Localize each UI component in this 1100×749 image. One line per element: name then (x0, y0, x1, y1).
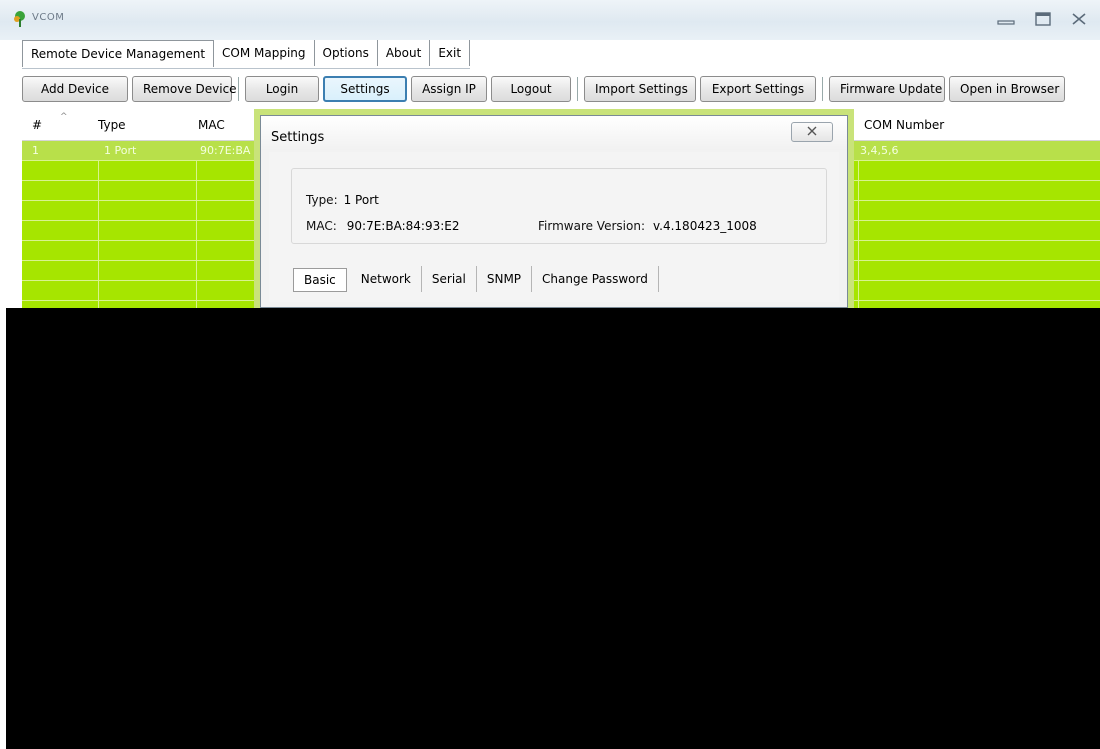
window-titlebar: VCOM (0, 0, 1100, 40)
close-icon (806, 125, 818, 139)
minimize-icon[interactable] (992, 6, 1022, 32)
type-label: Type: (306, 193, 338, 207)
cell-com-number: 3,4,5,6 (860, 144, 899, 157)
tab-serial[interactable]: Serial (422, 266, 477, 292)
logout-button[interactable]: Logout (491, 76, 571, 102)
menu-exit[interactable]: Exit (430, 40, 471, 66)
tab-snmp[interactable]: SNMP (477, 266, 533, 292)
firmware-value: v.4.180423_1008 (652, 219, 757, 233)
cell-mac: 90:7E:BA (200, 144, 251, 157)
tab-network[interactable]: Network (351, 266, 422, 292)
column-header-mac[interactable]: MAC (198, 118, 225, 132)
mac-row: MAC: 90:7E:BA:84:93:E2 (306, 219, 459, 233)
dialog-title: Settings (271, 130, 325, 145)
menu-about[interactable]: About (378, 40, 431, 66)
import-settings-button[interactable]: Import Settings (584, 76, 696, 102)
remove-device-button[interactable]: Remove Device (132, 76, 237, 102)
column-header-com-number[interactable]: COM Number (864, 118, 944, 132)
close-icon[interactable] (1064, 6, 1094, 32)
assign-ip-button[interactable]: Assign IP (411, 76, 487, 102)
dialog-content: Type: 1 Port MAC: 90:7E:BA:84:93:E2 Firmwa… (269, 152, 839, 302)
dialog-titlebar: Settings (261, 116, 847, 150)
tab-basic[interactable]: Basic (293, 268, 347, 292)
settings-tabs: Basic Network Serial SNMP Change Passwor… (293, 266, 659, 292)
open-in-browser-button[interactable]: Open in Browser (949, 76, 1065, 102)
login-button[interactable]: Login (245, 76, 319, 102)
firmware-row: Firmware Version: v.4.180423_1008 (538, 219, 757, 233)
tab-change-password[interactable]: Change Password (532, 266, 659, 292)
toolbar: Add Device Remove Device Login Settings … (22, 74, 1069, 104)
toolbar-separator (238, 77, 239, 101)
blank-region (6, 308, 1100, 749)
firmware-label: Firmware Version: (538, 219, 645, 233)
window-title: VCOM (32, 12, 65, 23)
device-info-panel: Type: 1 Port MAC: 90:7E:BA:84:93:E2 Firmwa… (291, 168, 827, 244)
menu-com-mapping[interactable]: COM Mapping (214, 40, 315, 66)
mac-label: MAC: (306, 219, 337, 233)
type-value: 1 Port (343, 193, 379, 207)
menu-remote-device-management[interactable]: Remote Device Management (22, 40, 215, 67)
dialog-close-button[interactable] (791, 122, 833, 142)
add-device-button[interactable]: Add Device (22, 76, 128, 102)
sort-arrow-icon: ^ (60, 112, 68, 122)
firmware-update-button[interactable]: Firmware Update (829, 76, 945, 102)
column-header-type[interactable]: Type (98, 118, 126, 132)
app-leaf-icon (12, 10, 28, 28)
mac-value: 90:7E:BA:84:93:E2 (346, 219, 460, 233)
toolbar-separator (577, 77, 578, 101)
cell-number: 1 (32, 144, 39, 157)
maximize-icon[interactable] (1028, 6, 1058, 32)
menu-bar: Remote Device Management COM Mapping Opt… (22, 40, 471, 69)
settings-dialog: Settings Type: 1 Port MAC: 90:7E:BA:84:93:… (260, 115, 848, 308)
menu-options[interactable]: Options (315, 40, 378, 66)
settings-button[interactable]: Settings (323, 76, 407, 102)
type-row: Type: 1 Port (306, 193, 379, 207)
window-controls (992, 6, 1094, 34)
cell-type: 1 Port (104, 144, 137, 157)
export-settings-button[interactable]: Export Settings (700, 76, 816, 102)
toolbar-separator (822, 77, 823, 101)
column-header-number[interactable]: # (32, 118, 42, 132)
